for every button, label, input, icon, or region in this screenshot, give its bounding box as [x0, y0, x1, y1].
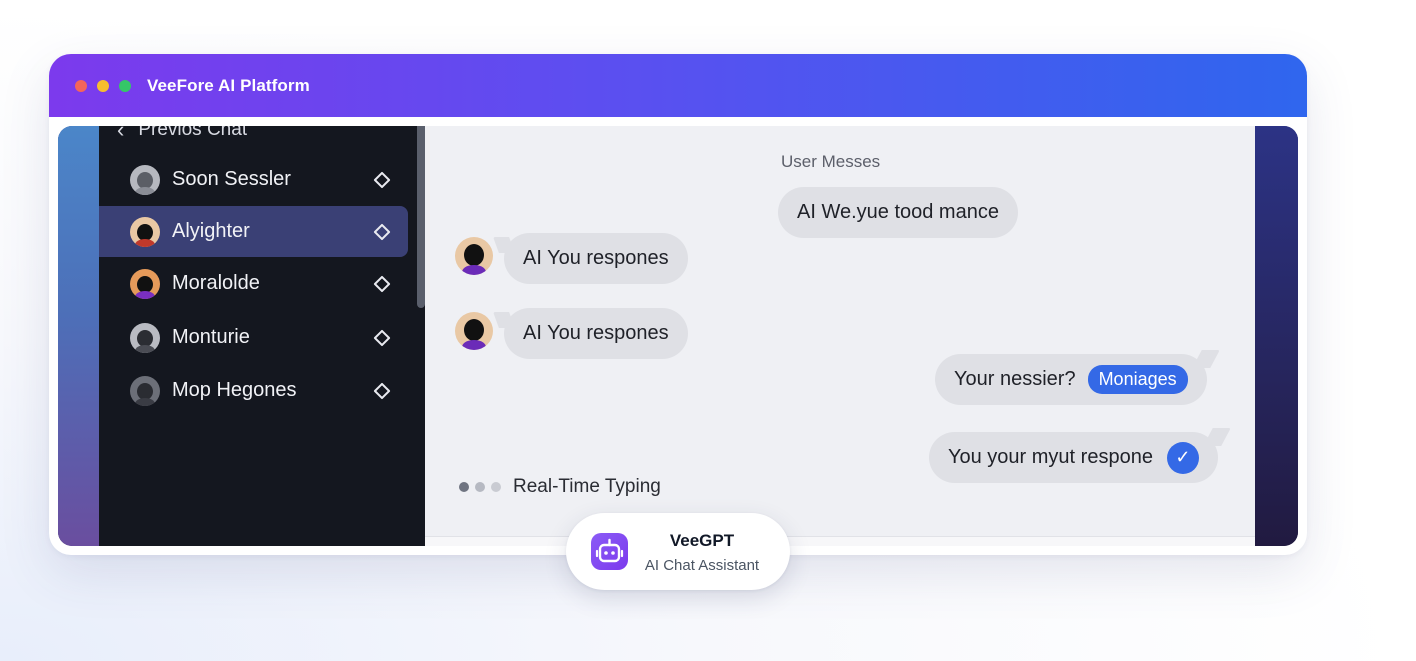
- message-text: AI You respones: [523, 247, 669, 269]
- user-message-bubble: You your myut respone ✓: [929, 432, 1218, 483]
- chat-footer: [425, 536, 1255, 546]
- diamond-icon[interactable]: [373, 223, 391, 240]
- app-preview: ‹ Previos Chat Soon Sessler Alyighter Mo…: [58, 126, 1298, 546]
- avatar: [130, 322, 160, 353]
- avatar: [130, 164, 160, 195]
- avatar: [130, 216, 160, 247]
- sidebar-item-monturie[interactable]: Monturie: [99, 312, 408, 363]
- message-chip[interactable]: Moniages: [1087, 365, 1188, 394]
- window-title: VeeFore AI Platform: [147, 75, 310, 95]
- robot-icon: [591, 533, 628, 570]
- previous-chat-link[interactable]: ‹ Previos Chat: [117, 126, 247, 142]
- ai-message-bubble: AI You respones: [504, 308, 688, 359]
- ai-message-bubble: AI You respones: [504, 233, 688, 284]
- user-message-bubble: Your nessier? Moniages: [935, 354, 1207, 405]
- typing-indicator: Real-Time Typing: [459, 476, 661, 498]
- app-window: VeeFore AI Platform ‹ Previos Chat Soon …: [49, 54, 1307, 555]
- close-window-button[interactable]: [75, 79, 87, 92]
- assistant-subtitle: AI Chat Assistant: [644, 557, 760, 574]
- assistant-badge[interactable]: VeeGPT AI Chat Assistant: [566, 513, 790, 590]
- conversation-label: Monturie: [172, 326, 250, 348]
- typing-label: Real-Time Typing: [513, 476, 661, 497]
- conversation-label: Mop Hegones: [172, 379, 297, 401]
- diamond-icon[interactable]: [373, 382, 391, 399]
- sidebar-item-alyighter[interactable]: Alyighter: [99, 206, 408, 257]
- sidebar-item-soon-sessler[interactable]: Soon Sessler: [99, 154, 408, 205]
- conversation-label: Alyighter: [172, 220, 250, 242]
- conversation-label: Moralolde: [172, 272, 260, 294]
- diamond-icon[interactable]: [373, 171, 391, 188]
- message-text: Your nessier?: [954, 368, 1076, 390]
- sidebar-item-mop-hegones[interactable]: Mop Hegones: [99, 365, 408, 416]
- diamond-icon[interactable]: [373, 275, 391, 292]
- chevron-left-icon: ‹: [117, 126, 125, 142]
- user-messages-heading: User Messes: [781, 152, 881, 171]
- minimize-window-button[interactable]: [97, 79, 109, 92]
- title-bar: VeeFore AI Platform: [49, 54, 1307, 117]
- typing-dot: [459, 482, 469, 492]
- conversation-label: Soon Sessler: [172, 168, 291, 190]
- message-text: AI We.yue tood mance: [797, 201, 999, 223]
- sidebar-item-moralolde[interactable]: Moralolde: [99, 258, 408, 309]
- user-message-bubble: AI We.yue tood mance: [778, 187, 1018, 238]
- ai-avatar: [455, 312, 493, 350]
- maximize-window-button[interactable]: [119, 79, 131, 92]
- chat-panel: User Messes AI We.yue tood mance AI You …: [425, 126, 1255, 546]
- typing-dot: [475, 482, 485, 492]
- check-icon: ✓: [1166, 441, 1199, 474]
- diamond-icon[interactable]: [373, 329, 391, 346]
- right-backdrop: [1255, 126, 1298, 546]
- ai-avatar: [455, 237, 493, 275]
- previous-chat-label: Previos Chat: [138, 126, 248, 140]
- typing-dot: [491, 482, 501, 492]
- message-text: You your myut respone: [948, 446, 1153, 468]
- avatar: [130, 375, 160, 406]
- avatar: [130, 268, 160, 299]
- conversation-sidebar: ‹ Previos Chat Soon Sessler Alyighter Mo…: [99, 126, 425, 546]
- assistant-name: VeeGPT: [669, 531, 735, 550]
- message-text: AI You respones: [523, 322, 669, 344]
- sidebar-scrollbar[interactable]: [417, 126, 425, 308]
- left-backdrop: [58, 126, 100, 546]
